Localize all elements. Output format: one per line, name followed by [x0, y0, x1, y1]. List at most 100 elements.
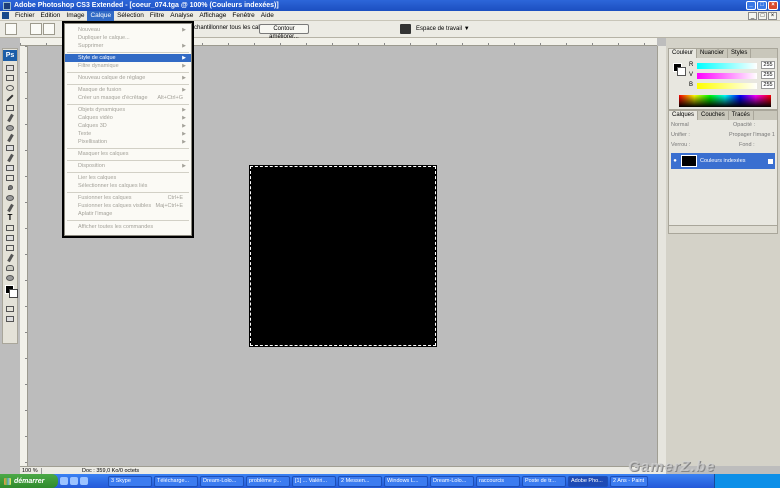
taskbar-item[interactable]: Télécharge...	[154, 475, 198, 487]
crop-tool-icon[interactable]	[3, 103, 17, 112]
zoom-tool-icon[interactable]	[3, 273, 17, 282]
taskbar-item[interactable]: Windows L...	[384, 475, 428, 487]
slice-tool-icon[interactable]	[3, 113, 17, 122]
menu-affichage[interactable]: Affichage	[196, 11, 229, 21]
tab-calques[interactable]: Calques	[669, 111, 699, 120]
healing-tool-icon[interactable]	[3, 123, 17, 132]
tab-styles[interactable]: Styles	[728, 49, 752, 58]
taskbar-item[interactable]: Poste de tr...	[522, 475, 566, 487]
notes-tool-icon[interactable]	[3, 243, 17, 252]
text-tool-icon[interactable]: T	[3, 213, 17, 222]
background-color-swatch[interactable]	[9, 289, 18, 298]
quick-mask-icon[interactable]	[3, 304, 17, 313]
close-button[interactable]: ×	[768, 1, 778, 10]
gradient-tool-icon[interactable]	[3, 173, 17, 182]
red-value-field[interactable]: 255	[761, 61, 775, 69]
green-value-field[interactable]: 255	[761, 71, 775, 79]
menu-analyse[interactable]: Analyse	[167, 11, 196, 21]
menu-item-aplatir[interactable]: Aplatir l'image	[65, 210, 191, 218]
menu-fichier[interactable]: Fichier	[12, 11, 38, 21]
refine-edge-button[interactable]: Contour améliorer...	[259, 24, 309, 40]
menu-item-texte[interactable]: Texte ▶	[65, 130, 191, 138]
taskbar-item[interactable]: raccourcis	[476, 475, 520, 487]
path-selection-tool-icon[interactable]	[3, 223, 17, 232]
menu-item-supprimer[interactable]: Supprimer ▶	[65, 42, 191, 50]
maximize-button[interactable]: □	[757, 1, 767, 10]
shape-tool-icon[interactable]	[3, 233, 17, 242]
menu-item-afficher-commandes[interactable]: Afficher toutes les commandes	[65, 223, 191, 231]
menu-item-masque-fusion[interactable]: Masque de fusion ▶	[65, 86, 191, 94]
zoom-level[interactable]: 100 %	[20, 467, 42, 474]
marquee-tool-icon[interactable]	[3, 73, 17, 82]
layer-item[interactable]: ● Couleurs indexées	[671, 153, 775, 169]
magic-wand-tool-icon[interactable]	[3, 93, 17, 102]
taskbar-item[interactable]: problème p...	[246, 475, 290, 487]
vertical-scrollbar[interactable]	[657, 46, 666, 466]
propagate-checkbox[interactable]: Propager l'image 1	[729, 132, 775, 138]
color-panel-bg-swatch[interactable]	[677, 67, 686, 76]
menu-item-pixellisation[interactable]: Pixellisation ▶	[65, 138, 191, 146]
quicklaunch-icon[interactable]	[60, 477, 68, 485]
menu-item-dupliquer[interactable]: Dupliquer le calque...	[65, 34, 191, 42]
taskbar-item[interactable]: 2 Messen...	[338, 475, 382, 487]
quicklaunch-icon[interactable]	[80, 477, 88, 485]
color-spectrum[interactable]	[679, 95, 771, 107]
menu-calque[interactable]: Calque	[87, 10, 115, 21]
blend-mode-select[interactable]: Normal	[671, 122, 689, 128]
red-slider[interactable]: R 255	[689, 61, 775, 69]
blue-slider[interactable]: B 255	[689, 81, 775, 89]
minimize-button[interactable]: _	[746, 1, 756, 10]
eye-icon[interactable]: ●	[671, 158, 679, 164]
screen-mode-icon[interactable]	[3, 314, 17, 323]
taskbar-item[interactable]: Dream-Lolo...	[430, 475, 474, 487]
menu-item-masque-ecretage[interactable]: Créer un masque d'écrêtage Alt+Ctrl+G	[65, 94, 191, 102]
menu-item-calques-3d[interactable]: Calques 3D ▶	[65, 122, 191, 130]
menu-item-fusionner-visibles[interactable]: Fusionner les calques visibles Maj+Ctrl+E	[65, 202, 191, 210]
new-selection-icon[interactable]	[30, 23, 42, 35]
quicklaunch-icon[interactable]	[70, 477, 78, 485]
move-tool-icon[interactable]	[3, 63, 17, 72]
doc-close-button[interactable]: ×	[768, 12, 777, 20]
menu-filtre[interactable]: Filtre	[147, 11, 167, 21]
menu-item-style-de-calque[interactable]: Style de calque ▶	[65, 54, 191, 62]
taskbar-item[interactable]: Dream-Lolo...	[200, 475, 244, 487]
menu-item-lier-calques[interactable]: Lier les calques	[65, 174, 191, 182]
menu-image[interactable]: Image	[63, 11, 87, 21]
document-canvas[interactable]	[250, 166, 436, 346]
dodge-tool-icon[interactable]	[3, 193, 17, 202]
brush-tool-icon[interactable]	[3, 133, 17, 142]
wand-tool-preset-icon[interactable]	[5, 23, 17, 35]
menu-fenetre[interactable]: Fenêtre	[229, 11, 257, 21]
tab-couches[interactable]: Couches	[698, 111, 729, 120]
taskbar-item[interactable]: 3 Skype	[108, 475, 152, 487]
menu-item-calques-video[interactable]: Calques vidéo ▶	[65, 114, 191, 122]
tab-traces[interactable]: Tracés	[729, 111, 754, 120]
menu-aide[interactable]: Aide	[258, 11, 277, 21]
menu-item-filtre-dynamique[interactable]: Filtre dynamique ▶	[65, 62, 191, 70]
menu-item-masquer-calques[interactable]: Masquer les calques	[65, 150, 191, 158]
system-tray[interactable]	[714, 474, 780, 488]
tab-couleur[interactable]: Couleur	[669, 49, 698, 58]
tab-nuancier[interactable]: Nuancier	[697, 49, 729, 58]
taskbar-item[interactable]: 2 Ans - Paint	[610, 475, 648, 487]
lasso-tool-icon[interactable]	[3, 83, 17, 92]
eyedropper-tool-icon[interactable]	[3, 253, 17, 262]
pen-tool-icon[interactable]	[3, 203, 17, 212]
blur-tool-icon[interactable]	[3, 183, 17, 192]
stamp-tool-icon[interactable]	[3, 143, 17, 152]
workspace-button[interactable]: Espace de travail ▼	[416, 24, 470, 34]
menu-selection[interactable]: Sélection	[114, 11, 147, 21]
add-selection-icon[interactable]	[43, 23, 55, 35]
history-brush-tool-icon[interactable]	[3, 153, 17, 162]
menu-item-nouveau[interactable]: Nouveau ▶	[65, 26, 191, 34]
menu-item-objets-dynamiques[interactable]: Objets dynamiques ▶	[65, 106, 191, 114]
eraser-tool-icon[interactable]	[3, 163, 17, 172]
menu-item-calque-reglage[interactable]: Nouveau calque de réglage ▶	[65, 74, 191, 82]
menu-item-disposition[interactable]: Disposition ▶	[65, 162, 191, 170]
menu-item-fusionner-calques[interactable]: Fusionner les calques Ctrl+E	[65, 194, 191, 202]
menu-edition[interactable]: Edition	[38, 11, 64, 21]
doc-restore-button[interactable]: □	[758, 12, 767, 20]
menu-item-selectionner-lies[interactable]: Sélectionner les calques liés	[65, 182, 191, 190]
start-button[interactable]: démarrer	[0, 474, 58, 488]
blue-value-field[interactable]: 255	[761, 81, 775, 89]
